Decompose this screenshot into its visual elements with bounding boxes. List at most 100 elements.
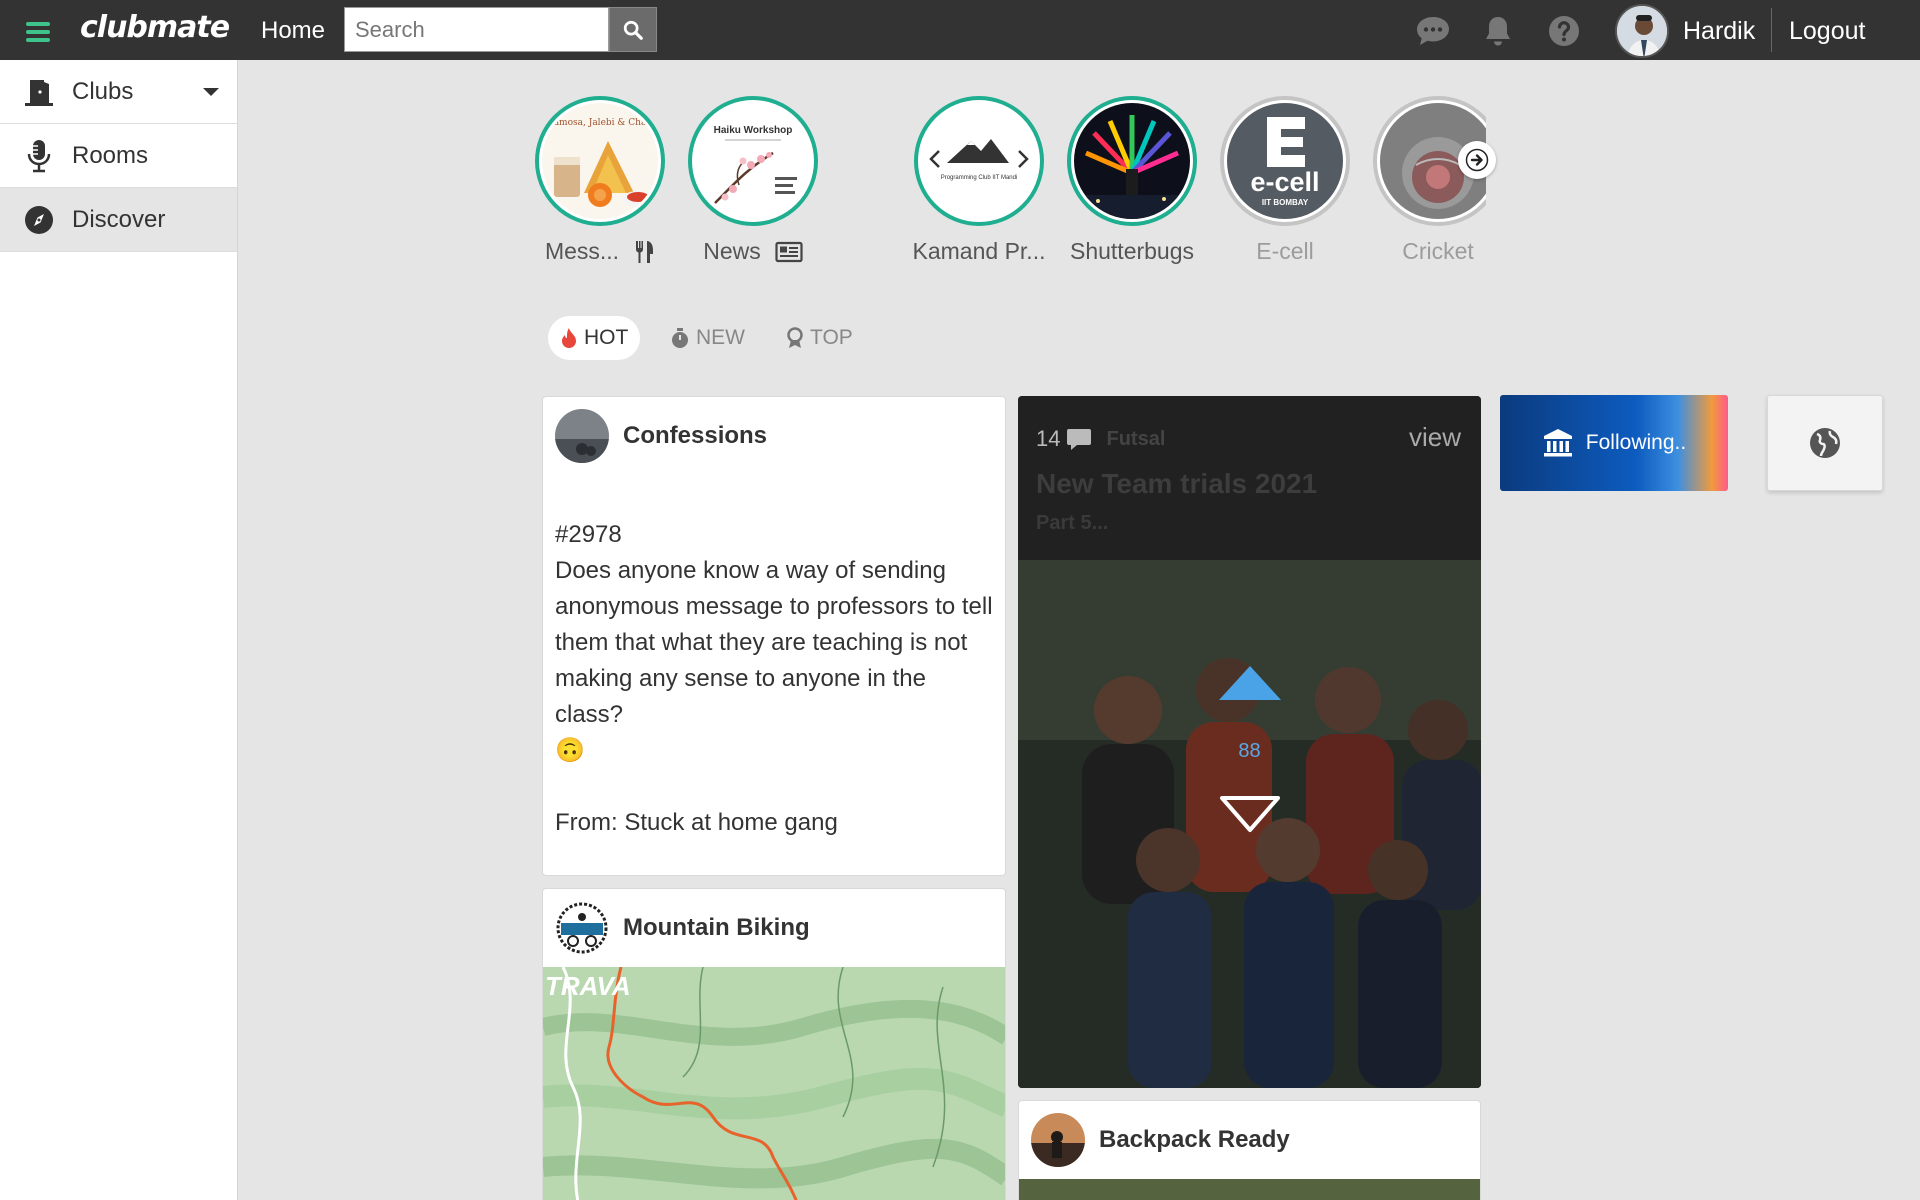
sidebar-item-discover[interactable]: Discover [0,188,237,252]
door-icon [22,75,56,109]
story-shutterbugs[interactable]: Shutterbugs [1062,96,1202,265]
story-avatar: Haiku Workshop [688,96,818,226]
sidebar-item-label: Clubs [72,77,134,105]
arrow-right-icon [1465,148,1489,172]
brand-logo[interactable]: clubmate [80,10,230,45]
tab-hot[interactable]: HOT [548,316,641,360]
story-image-text: amosa, Jalebi & Cha [554,118,647,128]
upvote-arrow-icon [1218,666,1281,700]
chevron-down-icon[interactable] [203,88,219,96]
search-icon [623,20,643,40]
story-image-text: e-cell [1250,167,1319,197]
bell-icon[interactable] [1482,14,1516,48]
navbar-divider [1771,8,1772,52]
story-label-text: News [703,238,761,264]
post-subtitle: Part 5... [1036,512,1109,534]
post-image [1019,1179,1480,1200]
story-mess[interactable]: amosa, Jalebi & Cha Mess... [530,96,670,265]
story-label-text: Kamand Pr... [912,238,1046,264]
story-news[interactable]: Haiku Workshop News [683,96,823,265]
home-link[interactable]: Home [261,17,325,45]
story-label-text: Mess... [544,238,620,264]
story-image-text: Programming Club IIT Mandi [941,175,1018,181]
story-label-text: Cricket [1402,238,1474,264]
stopwatch-icon [672,328,688,348]
sidebar-item-label: Rooms [72,141,149,169]
stories-next-button[interactable] [1458,141,1496,179]
flame-icon [562,328,576,348]
tab-new[interactable]: NEW [658,316,757,360]
post-emoji: 🙃 [555,737,585,764]
story-image-text: Haiku Workshop [714,125,793,136]
sidebar-item-clubs[interactable]: Clubs [0,60,237,124]
view-link[interactable]: view [1409,422,1461,453]
story-label-text: E-cell [1256,238,1314,264]
chat-icon[interactable] [1415,14,1449,48]
downvote-button[interactable] [1018,794,1481,834]
post-card-featured[interactable]: 14 Futsal view New Team trials 2021 Part… [1018,396,1481,1088]
story-label: Shutterbugs [1062,238,1202,265]
story-label: Mess... [530,238,670,265]
sidebar: Clubs Rooms Discover [0,60,238,1200]
tab-hot-label: HOT [584,326,629,349]
following-label: Following.. [1585,431,1687,454]
search-input[interactable] [344,7,609,52]
post-number: #2978 [555,521,622,548]
downvote-arrow-icon [1219,796,1280,832]
sidebar-item-rooms[interactable]: Rooms [0,124,237,188]
card-title[interactable]: Backpack Ready [1099,1126,1290,1154]
comment-icon [1067,429,1092,450]
club-avatar[interactable] [555,409,609,463]
compass-icon [22,203,56,237]
story-avatar: e-cell IIT BOMBAY [1220,96,1350,226]
user-avatar[interactable] [1615,4,1669,58]
route-map-image: TRAVA [543,966,1005,1200]
microphone-icon [22,139,56,173]
story-label-text: Shutterbugs [1069,238,1195,264]
sidebar-item-label: Discover [72,205,166,233]
search-button[interactable] [609,7,657,52]
post-club-name: Futsal [1106,427,1166,450]
comment-count-number: 14 [1036,426,1061,451]
post-card-mountain-biking[interactable]: Mountain Biking TRAVA [542,888,1006,1200]
post-card-confessions[interactable]: Confessions #2978 Does anyone know a way… [542,396,1006,876]
story-label: Cricket [1368,238,1486,265]
story-label: Kamand Pr... [909,238,1049,265]
card-title[interactable]: Mountain Biking [623,914,810,942]
club-avatar[interactable] [1031,1113,1085,1167]
top-navbar: clubmate Home Hardik Logout [0,0,1920,60]
card-title[interactable]: Confessions [623,422,767,450]
tab-new-label: NEW [696,326,745,349]
post-body: Does anyone know a way of sending anonym… [555,557,993,728]
user-name[interactable]: Hardik [1683,17,1755,46]
story-image-subtext: IIT BOMBAY [1262,198,1309,207]
story-kamand[interactable]: Programming Club IIT Mandi Kamand Pr... [909,96,1049,265]
card-header: Confessions [543,397,1005,475]
story-ecell[interactable]: e-cell IIT BOMBAY E-cell [1215,96,1355,265]
story-avatar: amosa, Jalebi & Cha [535,96,665,226]
post-title: New Team trials 2021 [1036,468,1318,499]
stories-row: amosa, Jalebi & Cha Mess... Haiku Worksh… [530,92,1486,282]
card-header: Backpack Ready [1019,1101,1480,1179]
logout-link[interactable]: Logout [1789,17,1865,46]
award-icon [787,327,803,348]
vote-count: 88 [1238,740,1261,762]
club-avatar[interactable] [555,901,609,955]
story-avatar: Programming Club IIT Mandi [914,96,1044,226]
tab-top[interactable]: TOP [774,316,865,360]
explore-button[interactable] [1767,395,1883,491]
story-avatar [1067,96,1197,226]
story-label: E-cell [1215,238,1355,265]
map-brand-text: TRAVA [545,971,631,1001]
help-icon[interactable] [1547,14,1581,48]
comment-count[interactable]: 14 Futsal [1036,426,1165,452]
story-cricket[interactable]: Cricket [1368,96,1486,265]
tab-top-label: TOP [810,326,853,349]
hamburger-menu-icon[interactable] [26,22,50,42]
post-from: From: Stuck at home gang [555,809,838,836]
newspaper-icon [775,241,803,262]
globe-icon [1810,428,1840,458]
following-button[interactable]: Following.. [1500,395,1728,491]
post-card-backpack-ready[interactable]: Backpack Ready [1018,1100,1481,1200]
upvote-button[interactable] [1018,664,1481,702]
